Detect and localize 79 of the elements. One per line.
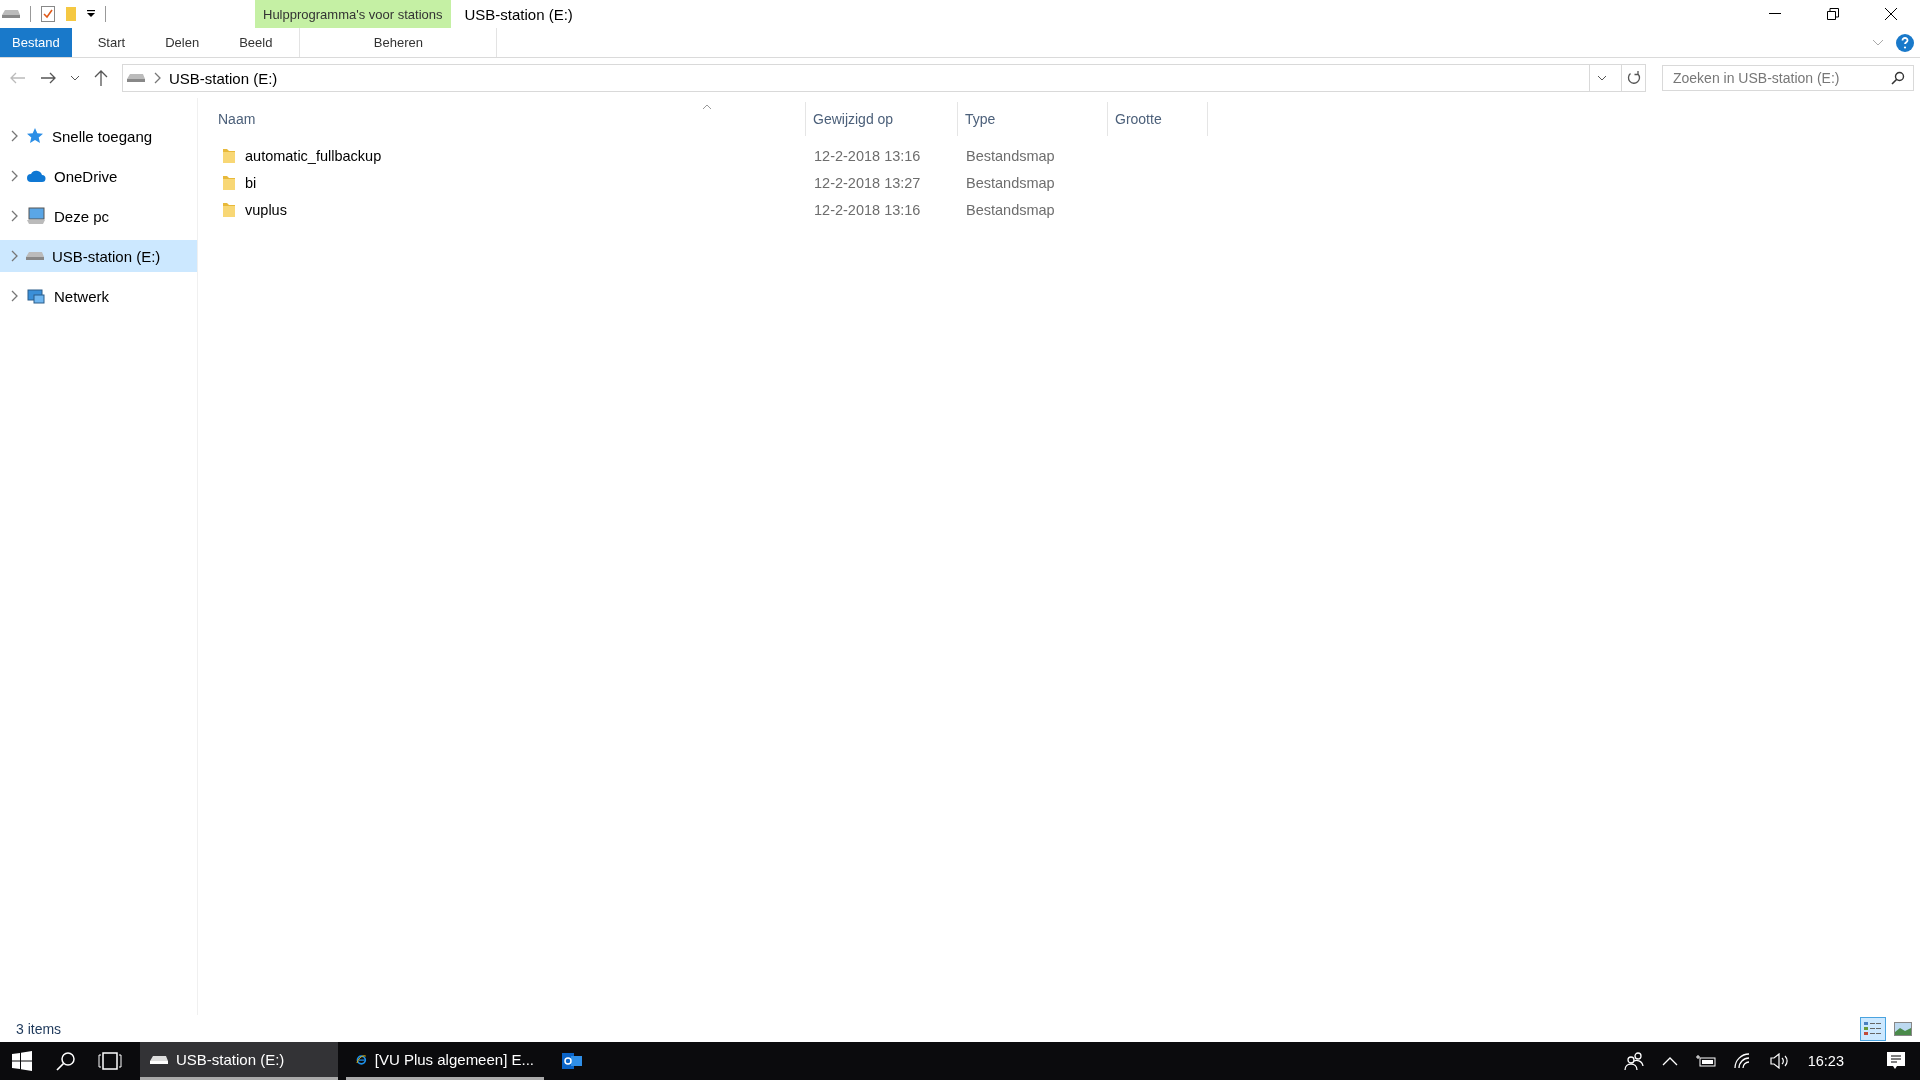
chevron-right-icon [10, 290, 18, 302]
column-header[interactable]: Gewijzigd op [806, 102, 958, 136]
column-header[interactable]: Grootte [1108, 102, 1208, 136]
drive-icon [26, 251, 44, 261]
chevron-down-icon[interactable] [70, 75, 80, 81]
windows-logo-icon[interactable] [12, 1051, 32, 1071]
file-type: Bestandsmap [965, 147, 1056, 164]
modified-date: 12-2-2018 13:16 [813, 201, 922, 218]
chevron-right-icon [10, 250, 18, 262]
properties-icon [41, 6, 55, 22]
folder-icon [222, 201, 236, 218]
details-view-icon [1864, 1021, 1882, 1036]
sidebar-item[interactable]: USB-station (E:) [0, 240, 197, 272]
sort-indicator-icon [702, 104, 712, 110]
search-icon [1891, 71, 1905, 85]
sidebar-label: Deze pc [54, 207, 110, 225]
dropdown-icon [87, 10, 95, 18]
folder-icon [222, 147, 236, 164]
ribbon-tab[interactable]: Bestand [0, 28, 72, 57]
chevron-down-icon [1872, 38, 1884, 47]
sidebar-label: USB-station (E:) [52, 247, 161, 265]
file-type: Bestandsmap [965, 174, 1056, 191]
column-header[interactable]: Naam [206, 102, 806, 136]
battery-icon [1695, 1055, 1716, 1067]
chevron-down-icon[interactable] [1596, 75, 1607, 81]
chevron-right-icon [153, 72, 161, 84]
ribbon-context-label: Hulpprogramma's voor stations [255, 0, 451, 28]
chevron-up-icon [1661, 1056, 1678, 1066]
taskbar-app[interactable]: [VU Plus algemeen] E... [346, 1042, 544, 1080]
drive-icon [150, 1054, 168, 1065]
drive-icon [127, 73, 145, 83]
star-icon [26, 127, 44, 145]
help-icon[interactable] [1896, 33, 1914, 52]
up-arrow-icon[interactable] [94, 70, 108, 86]
search-icon[interactable] [56, 1051, 76, 1071]
cloud-icon [26, 169, 46, 183]
sidebar-item[interactable]: Netwerk [0, 280, 197, 312]
picture-icon [1894, 1021, 1912, 1036]
refresh-icon[interactable] [1626, 71, 1641, 85]
search-field[interactable]: Zoeken in USB-station (E:) [1662, 65, 1914, 91]
notification-icon[interactable] [1886, 1051, 1906, 1071]
folder-icon [222, 174, 236, 191]
minimize-icon[interactable] [1769, 13, 1781, 15]
chevron-right-icon [10, 170, 18, 182]
address-path[interactable]: USB-station (E:) [169, 69, 1581, 87]
people-icon [1623, 1051, 1644, 1071]
address-bar[interactable]: USB-station (E:) [122, 64, 1646, 92]
task-view-icon[interactable] [98, 1052, 122, 1070]
view-button[interactable] [1860, 1016, 1886, 1041]
chevron-right-icon [10, 210, 18, 222]
ribbon-tab[interactable]: Beheren [299, 28, 498, 57]
window-title: USB-station (E:) [463, 4, 574, 25]
network-icon [26, 287, 46, 305]
drive-icon [2, 9, 20, 19]
speaker-icon [1769, 1053, 1790, 1069]
sidebar-label: Snelle toegang [52, 127, 153, 145]
sidebar-item[interactable]: OneDrive [0, 160, 197, 192]
close-icon[interactable] [1884, 7, 1898, 21]
sidebar-item[interactable]: Deze pc [0, 200, 197, 232]
column-header[interactable]: Type [958, 102, 1108, 136]
mail-icon [562, 1052, 582, 1070]
new-folder-icon [65, 6, 77, 22]
forward-arrow-icon[interactable] [40, 72, 56, 84]
taskbar-app[interactable]: USB-station (E:) [140, 1042, 338, 1080]
file-name[interactable]: bi [245, 174, 257, 191]
clock[interactable]: 16:23 [1807, 1053, 1844, 1069]
computer-icon [26, 207, 46, 225]
wifi-icon [1733, 1053, 1752, 1069]
file-name[interactable]: vuplus [245, 201, 287, 218]
sidebar-item[interactable]: Snelle toegang [0, 120, 197, 152]
modified-date: 12-2-2018 13:16 [813, 147, 922, 164]
restore-icon[interactable] [1827, 8, 1839, 20]
chevron-right-icon [10, 130, 18, 142]
item-count: 3 items [16, 1020, 63, 1037]
modified-date: 12-2-2018 13:27 [813, 174, 922, 191]
sidebar-label: OneDrive [54, 167, 118, 185]
file-type: Bestandsmap [965, 201, 1056, 218]
file-name[interactable]: automatic_fullbackup [245, 147, 382, 164]
sidebar-label: Netwerk [54, 287, 109, 305]
